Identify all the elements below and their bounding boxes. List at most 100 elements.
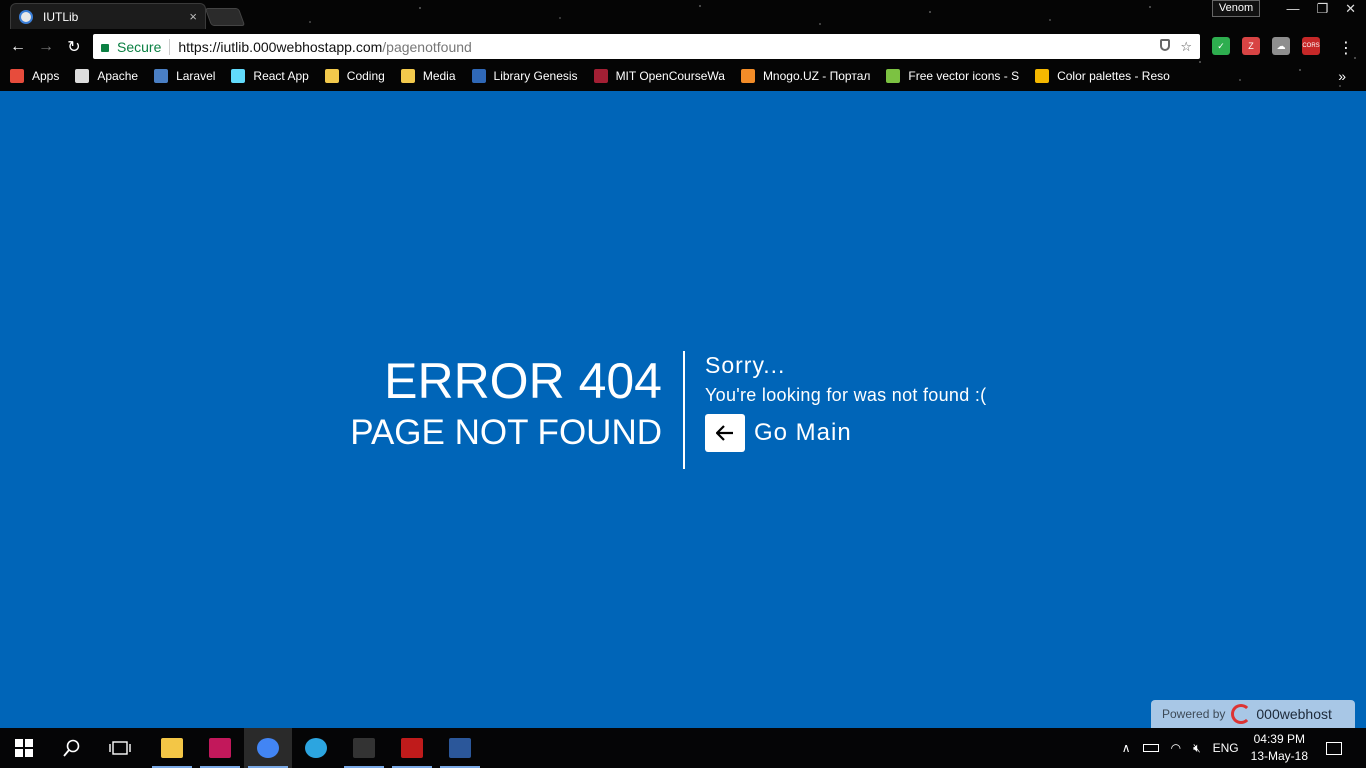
minimize-icon[interactable]: — xyxy=(1286,1,1299,17)
browser-tab[interactable]: IUTLib × xyxy=(10,3,206,29)
back-button[interactable]: ← xyxy=(4,38,32,56)
taskbar-app[interactable] xyxy=(244,728,292,768)
bookmark-label: Library Genesis xyxy=(493,69,578,83)
bookmark-item[interactable]: Color palettes - Reso xyxy=(1035,69,1170,83)
clock[interactable]: 04:39 PM 13-May-18 xyxy=(1251,731,1308,765)
tab-title: IUTLib xyxy=(43,9,79,24)
taskbar-app[interactable] xyxy=(292,728,340,768)
windows-taskbar: ∧ ◠ 🔇︎ ENG 04:39 PM 13-May-18 xyxy=(0,728,1366,768)
error-title: PAGE NOT FOUND xyxy=(350,413,662,452)
sorry-text: Sorry... xyxy=(705,352,786,378)
clock-date: 13-May-18 xyxy=(1250,749,1308,763)
profile-button[interactable]: Venom xyxy=(1212,0,1260,17)
volume-icon[interactable]: 🔇︎ xyxy=(1193,741,1201,756)
bookmark-label: React App xyxy=(253,69,309,83)
browser-chrome: IUTLib × Venom — ❐ ✕ ← → ↻ Secure https:… xyxy=(0,0,1366,91)
bookmark-item[interactable]: React App xyxy=(231,69,309,83)
bookmark-label: Apps xyxy=(32,69,60,83)
battery-icon[interactable] xyxy=(1142,744,1159,752)
browser-toolbar: ← → ↻ Secure https://iutlib.000webhostap… xyxy=(0,32,1366,62)
bookmark-star-icon[interactable]: ☆ xyxy=(1180,39,1192,55)
bookmark-label: Color palettes - Reso xyxy=(1057,69,1170,83)
bookmark-label: MIT OpenCourseWa xyxy=(615,69,725,83)
chrome-menu-icon[interactable]: ⋮ xyxy=(1332,38,1360,58)
address-separator xyxy=(169,38,171,55)
filezilla-icon xyxy=(401,738,423,758)
webhost-brand: 000webhost xyxy=(1231,704,1332,724)
bookmark-label: Free vector icons - S xyxy=(908,69,1020,83)
save-app-icon xyxy=(209,738,231,758)
error-message-block: Sorry... You're looking for was not foun… xyxy=(705,351,986,452)
bookmark-item[interactable]: Mnogo.UZ - Портал xyxy=(740,69,870,83)
powered-by-text: Powered by xyxy=(1162,707,1226,721)
bookmark-icon xyxy=(10,69,24,83)
notifications-icon[interactable] xyxy=(1326,741,1342,755)
bookmark-icon xyxy=(740,69,755,83)
bookmark-item[interactable]: MIT OpenCourseWa xyxy=(593,69,725,83)
url-path: /pagenotfound xyxy=(382,38,472,55)
shield-extension-icon[interactable]: ✓ xyxy=(1212,37,1230,55)
webhost-brand-name: 000webhost xyxy=(1256,706,1332,722)
bookmark-item[interactable]: Media xyxy=(400,69,456,83)
tray-overflow-icon[interactable]: ∧ xyxy=(1122,741,1131,755)
word-icon xyxy=(449,738,471,758)
bookmark-icon xyxy=(324,69,339,83)
cloud-extension-icon[interactable]: ☁ xyxy=(1272,37,1290,55)
taskbar-app[interactable] xyxy=(148,728,196,768)
taskbar-app[interactable] xyxy=(436,728,484,768)
bookmarks-bar: Apps Apache Laravel React App Coding Media Lib… xyxy=(0,64,1366,88)
bookmarks-overflow-icon[interactable]: » xyxy=(1338,68,1346,84)
bookmark-icon xyxy=(471,69,486,83)
site-favicon-icon xyxy=(19,9,33,24)
address-bar[interactable]: Secure https://iutlib.000webhostapp.com … xyxy=(93,34,1200,59)
bookmark-label: Media xyxy=(422,69,456,83)
forward-button[interactable]: → xyxy=(32,38,60,56)
bookmark-item[interactable]: Apps xyxy=(10,69,59,83)
file-explorer-icon xyxy=(161,738,183,758)
wifi-icon[interactable]: ◠ xyxy=(1171,741,1181,755)
telegram-icon xyxy=(305,738,327,758)
taskbar-app[interactable] xyxy=(196,728,244,768)
bookmark-item[interactable]: Coding xyxy=(324,69,385,83)
bookmark-icon xyxy=(593,69,608,83)
go-main-link[interactable]: Go Main xyxy=(705,414,986,452)
system-tray: ∧ ◠ 🔇︎ ENG 04:39 PM 13-May-18 xyxy=(1122,728,1366,768)
security-label: Secure xyxy=(117,38,162,55)
search-icon[interactable] xyxy=(48,728,96,768)
back-arrow-icon[interactable] xyxy=(705,414,745,452)
bookmark-item[interactable]: Library Genesis xyxy=(471,69,578,83)
taskbar-app[interactable] xyxy=(340,728,388,768)
bookmark-item[interactable]: Free vector icons - S xyxy=(886,69,1019,83)
new-tab-button[interactable] xyxy=(204,8,246,26)
clock-time: 04:39 PM xyxy=(1253,732,1305,746)
powered-by-badge[interactable]: Powered by 000webhost xyxy=(1151,700,1355,728)
taskbar-apps xyxy=(148,728,484,768)
blocked-popup-icon[interactable] xyxy=(1160,38,1171,51)
restore-icon[interactable]: ❐ xyxy=(1316,1,1328,17)
webhost-logo-icon xyxy=(1231,704,1252,724)
bookmark-icon xyxy=(400,69,415,83)
bookmark-icon xyxy=(886,69,901,83)
language-indicator[interactable]: ENG xyxy=(1213,741,1239,755)
bookmark-icon xyxy=(154,69,169,83)
rtl-extension-icon[interactable]: Z xyxy=(1242,37,1260,55)
error-heading-block: ERROR 404 PAGE NOT FOUND xyxy=(350,353,662,453)
windows-logo-icon xyxy=(15,739,33,757)
bookmark-icon xyxy=(231,69,246,83)
start-button[interactable] xyxy=(0,728,48,768)
close-tab-icon[interactable]: × xyxy=(189,9,197,24)
taskbar-app[interactable] xyxy=(388,728,436,768)
reload-button[interactable]: ↻ xyxy=(60,37,88,57)
error-page: ERROR 404 PAGE NOT FOUND Sorry... You're… xyxy=(0,91,1366,728)
bookmark-label: Laravel xyxy=(176,69,216,83)
go-main-label[interactable]: Go Main xyxy=(754,419,852,447)
bookmark-label: Coding xyxy=(346,69,385,83)
window-controls: — ❐ ✕ xyxy=(1286,1,1356,17)
lock-icon xyxy=(101,43,109,52)
bookmark-item[interactable]: Laravel xyxy=(154,69,215,83)
cors-extension-icon[interactable]: CORS xyxy=(1302,37,1320,55)
bookmark-item[interactable]: Apache xyxy=(75,69,138,83)
task-view-icon[interactable] xyxy=(96,728,144,768)
address-actions: ☆ xyxy=(1160,38,1192,55)
close-window-icon[interactable]: ✕ xyxy=(1345,1,1356,17)
